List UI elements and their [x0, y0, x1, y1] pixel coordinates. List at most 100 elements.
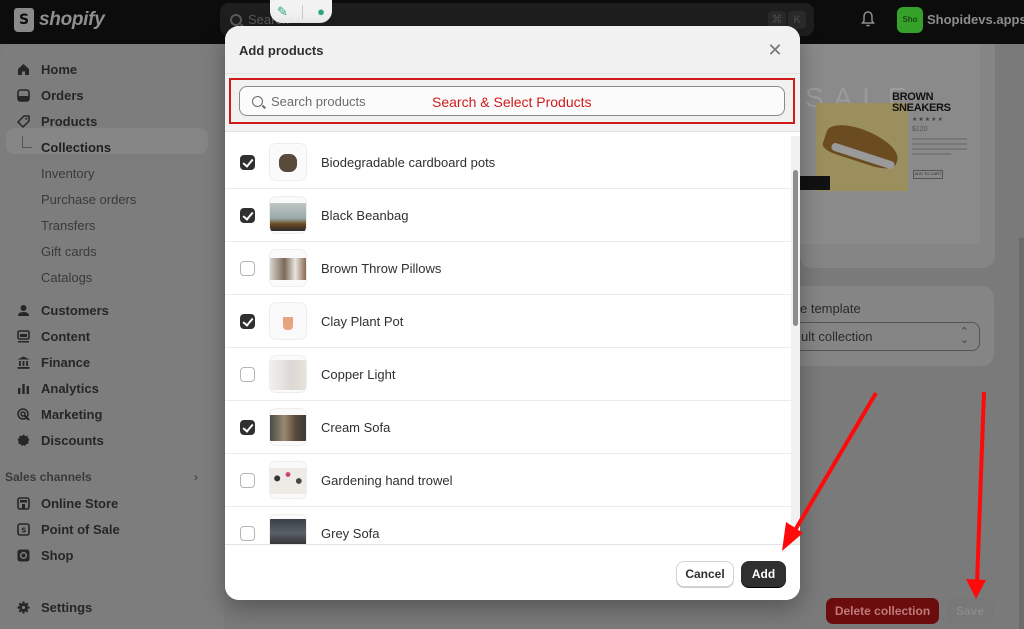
shop-icon [16, 548, 30, 562]
target-icon [16, 407, 30, 421]
sidebar-label: Content [41, 328, 91, 344]
sidebar-label: Orders [41, 87, 84, 103]
sidebar-item-customers[interactable]: Customers [16, 300, 109, 320]
chevron-right-icon[interactable]: › [194, 470, 198, 484]
product-checkbox[interactable] [240, 207, 255, 223]
product-checkbox[interactable] [240, 525, 255, 541]
sidebar-item-orders[interactable]: Orders [16, 85, 84, 105]
modal-footer: Cancel Add [225, 544, 800, 600]
sidebar-label: Marketing [41, 406, 103, 422]
product-checkbox[interactable] [240, 419, 255, 435]
extension-divider [302, 4, 304, 19]
arrow-to-save-button [966, 391, 986, 599]
preview-nav-strip [800, 176, 830, 190]
theme-template-select[interactable]: ult collection ⌃ ⌄ [790, 322, 980, 351]
shopify-bag-icon [14, 8, 34, 32]
gear-icon [16, 600, 30, 614]
select-updown-icon: ⌃ ⌄ [959, 326, 969, 346]
sidebar-item-online-store[interactable]: Online Store [16, 493, 118, 513]
store-icon [16, 496, 30, 510]
product-row[interactable]: Grey Sofa [225, 507, 791, 544]
product-row[interactable]: Gardening hand trowel [225, 454, 791, 507]
submenu-arrow-icon [22, 136, 32, 148]
sidebar-item-gift-cards[interactable]: Gift cards [41, 244, 97, 259]
product-row[interactable]: Copper Light [225, 348, 791, 401]
sidebar-item-finance[interactable]: Finance [16, 352, 90, 372]
product-row[interactable]: Biodegradable cardboard pots [225, 136, 791, 189]
bank-icon [16, 355, 30, 369]
sidebar-label: Products [41, 113, 98, 129]
tag-icon [16, 114, 30, 128]
sidebar-label: Customers [41, 302, 109, 318]
svg-text:S: S [21, 526, 26, 534]
sidebar-item-marketing[interactable]: Marketing [16, 404, 102, 424]
sidebar-item-shop[interactable]: Shop [16, 545, 74, 565]
sidebar-item-collections[interactable]: Collections [41, 140, 111, 155]
save-button[interactable]: Save [946, 598, 994, 624]
sidebar-label: Point of Sale [41, 521, 120, 537]
sidebar-item-settings[interactable]: Settings [16, 597, 92, 617]
search-products-input[interactable] [271, 93, 421, 109]
person-icon [16, 303, 30, 317]
delete-collection-button[interactable]: Delete collection [826, 598, 939, 624]
sidebar-item-point-of-sale[interactable]: S Point of Sale [16, 519, 120, 539]
product-checkbox[interactable] [240, 313, 255, 329]
product-checkbox[interactable] [240, 366, 255, 382]
product-name: Copper Light [321, 366, 396, 382]
inbox-icon [16, 88, 30, 102]
theme-template-label: e template [800, 301, 861, 316]
sidebar-item-home[interactable]: Home [16, 59, 77, 79]
pos-icon: S [16, 522, 30, 536]
magic-pencil-icon[interactable]: ✎ [277, 4, 288, 20]
product-name: Clay Plant Pot [321, 313, 404, 329]
product-name: Cream Sofa [321, 419, 391, 435]
sidebar-item-transfers[interactable]: Transfers [41, 218, 95, 233]
modal-header: Add products ✕ [225, 26, 800, 74]
search-icon [230, 13, 242, 26]
cancel-button[interactable]: Cancel [676, 561, 734, 587]
sidebar-item-discounts[interactable]: Discounts [16, 430, 104, 450]
sidebar-label: Shop [41, 547, 74, 563]
sidebar-item-purchase-orders[interactable]: Purchase orders [41, 192, 136, 207]
modal-search-zone: Search & Select Products [225, 74, 800, 132]
notification-bell-icon[interactable] [861, 11, 875, 27]
product-thumbnail [269, 249, 307, 287]
product-name: Gardening hand trowel [321, 472, 453, 488]
store-avatar[interactable]: Sho [897, 7, 923, 33]
lightbulb-icon[interactable]: ● [317, 4, 325, 19]
modal-title: Add products [239, 43, 324, 58]
product-thumbnail [269, 461, 307, 499]
product-row[interactable]: Brown Throw Pillows [225, 242, 791, 295]
page-scrollbar[interactable] [1019, 238, 1024, 629]
preview-title-line2: SNEAKERS [892, 102, 951, 114]
shopify-logo[interactable]: shopify [14, 8, 105, 32]
product-thumbnail [269, 143, 307, 181]
preview-description [912, 138, 967, 158]
preview-product-title: BROWN SNEAKERS [892, 92, 951, 114]
sidebar: Home Orders Products Collections Invento… [0, 44, 224, 629]
content-icon [16, 329, 30, 343]
annotation-label: Search & Select Products [432, 94, 592, 110]
product-checkbox[interactable] [240, 260, 255, 276]
sidebar-item-analytics[interactable]: Analytics [16, 378, 99, 398]
sidebar-item-products[interactable]: Products [16, 111, 97, 131]
sidebar-label: Finance [41, 354, 91, 370]
sidebar-item-catalogs[interactable]: Catalogs [41, 270, 92, 285]
close-icon[interactable]: ✕ [765, 40, 785, 60]
preview-price: $120 [912, 126, 928, 133]
product-row[interactable]: Black Beanbag [225, 189, 791, 242]
sidebar-label: Discounts [41, 432, 104, 448]
product-checkbox[interactable] [240, 154, 255, 170]
product-checkbox[interactable] [240, 472, 255, 488]
product-row[interactable]: Cream Sofa [225, 401, 791, 454]
add-products-modal: Add products ✕ Search & Select Products … [225, 26, 800, 600]
product-row[interactable]: Clay Plant Pot [225, 295, 791, 348]
store-name[interactable]: Shopidevs.apps [927, 12, 1024, 27]
bar-chart-icon [16, 381, 30, 395]
modal-scrollbar-thumb[interactable] [793, 170, 798, 326]
product-name: Biodegradable cardboard pots [321, 154, 496, 170]
sidebar-item-inventory[interactable]: Inventory [41, 166, 94, 181]
add-button[interactable]: Add [741, 561, 786, 587]
preview-cta: ADD TO CART [913, 170, 943, 179]
sidebar-item-content[interactable]: Content [16, 326, 90, 346]
